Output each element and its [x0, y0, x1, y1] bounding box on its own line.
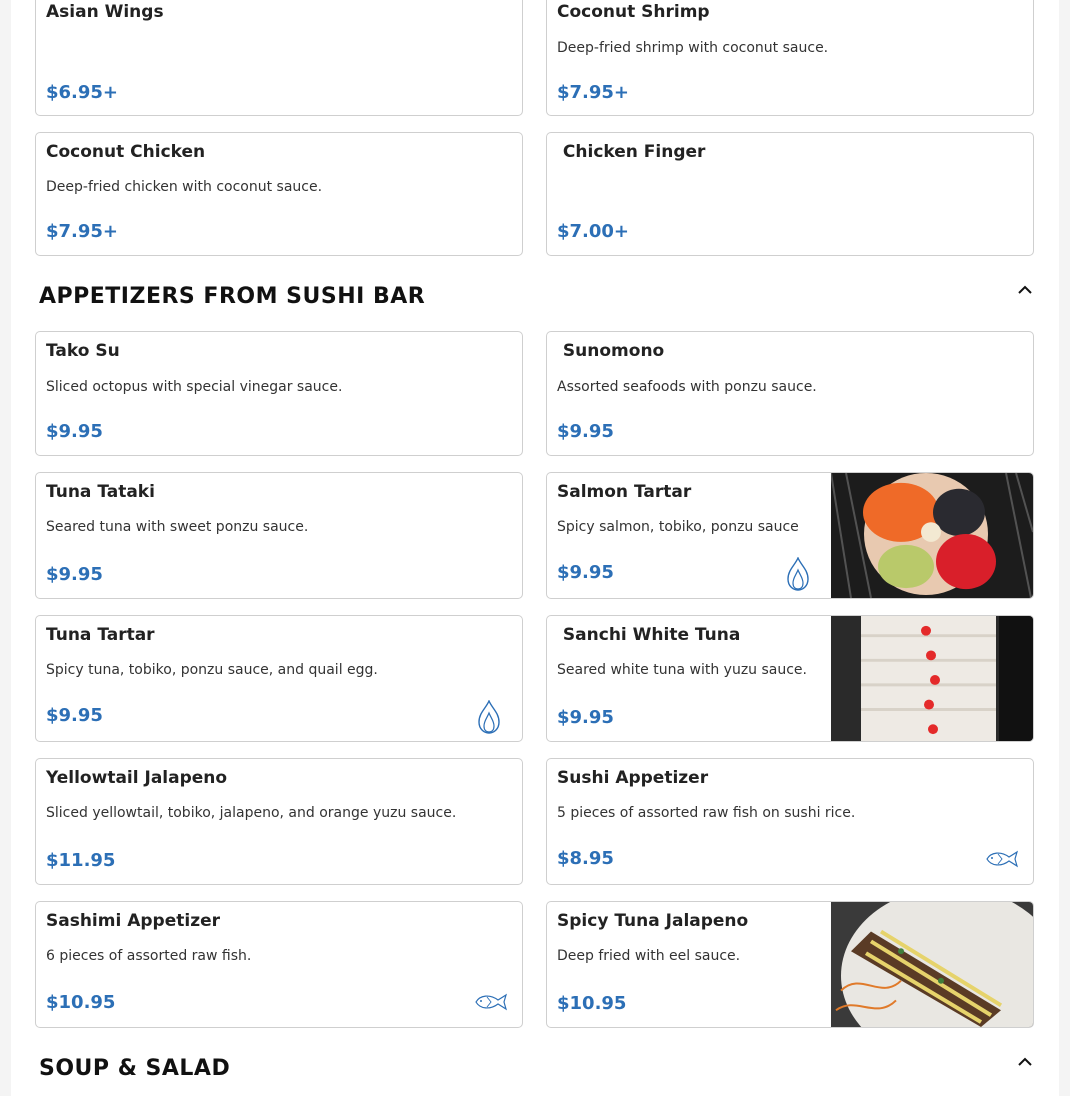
menu-item-sanchi-white-tuna[interactable]: Sanchi White Tuna Seared white tuna with…: [546, 615, 1034, 742]
item-name: Asian Wings: [46, 2, 164, 22]
item-description: Deep-fried chicken with coconut sauce.: [46, 179, 323, 195]
menu-item-tako-su[interactable]: Tako Su Sliced octopus with special vine…: [35, 331, 523, 456]
menu-item-coconut-chicken[interactable]: Coconut Chicken Deep-fried chicken with …: [35, 132, 523, 256]
menu-item-yellowtail-jalapeno[interactable]: Yellowtail Jalapeno Sliced yellowtail, t…: [35, 758, 523, 885]
menu-item-spicy-tuna-jalapeno[interactable]: Spicy Tuna Jalapeno Deep fried with eel …: [546, 901, 1034, 1028]
item-description: 5 pieces of assorted raw fish on sushi r…: [557, 805, 856, 821]
item-name: Spicy Tuna Jalapeno: [557, 911, 749, 931]
item-price: $10.95: [557, 993, 627, 1014]
menu-item-chicken-finger[interactable]: Chicken Finger $7.00+: [546, 132, 1034, 256]
menu-item-tuna-tartar[interactable]: Tuna Tartar Spicy tuna, tobiko, ponzu sa…: [35, 615, 523, 742]
item-description: Assorted seafoods with ponzu sauce.: [557, 379, 817, 395]
item-name: Salmon Tartar: [557, 482, 692, 502]
item-price: $9.95: [46, 564, 103, 585]
menu-item-tuna-tataki[interactable]: Tuna Tataki Seared tuna with sweet ponzu…: [35, 472, 523, 599]
raw-fish-icon: [985, 849, 1019, 869]
item-name: Tuna Tartar: [46, 625, 155, 645]
menu-item-sushi-appetizer[interactable]: Sushi Appetizer 5 pieces of assorted raw…: [546, 758, 1034, 885]
item-description: Seared white tuna with yuzu sauce.: [557, 662, 807, 678]
item-price: $9.95: [46, 421, 103, 442]
item-description: 6 pieces of assorted raw fish.: [46, 948, 252, 964]
menu-item-coconut-shrimp[interactable]: Coconut Shrimp Deep-fried shrimp with co…: [546, 0, 1034, 116]
item-price: $9.95: [557, 707, 614, 728]
item-price: $9.95: [46, 705, 103, 726]
menu-page: Asian Wings $6.95+ Coconut Shrimp Deep-f…: [11, 0, 1059, 1096]
section-title-soup-salad: SOUP & SALAD: [39, 1056, 231, 1081]
item-price: $9.95: [557, 562, 614, 583]
item-price: $7.95+: [46, 221, 119, 242]
item-price: $7.95+: [557, 82, 630, 103]
item-description: Seared tuna with sweet ponzu sauce.: [46, 519, 309, 535]
item-description: Spicy tuna, tobiko, ponzu sauce, and qua…: [46, 662, 378, 678]
collapse-chevron-icon[interactable]: [1017, 1056, 1033, 1068]
item-name: Coconut Shrimp: [557, 2, 710, 22]
item-price: $9.95: [557, 421, 614, 442]
spicy-flame-icon: [476, 700, 502, 734]
sanchi-white-tuna-photo[interactable]: [831, 616, 1033, 741]
section-title-appetizers-sushi-bar: APPETIZERS FROM SUSHI BAR: [39, 284, 426, 309]
menu-item-sunomono[interactable]: Sunomono Assorted seafoods with ponzu sa…: [546, 331, 1034, 456]
item-description: Spicy salmon, tobiko, ponzu sauce: [557, 519, 799, 535]
spicy-tuna-jalapeno-photo[interactable]: [831, 902, 1033, 1027]
item-description: Sliced yellowtail, tobiko, jalapeno, and…: [46, 805, 457, 821]
item-name: Chicken Finger: [557, 142, 706, 162]
item-price: $7.00+: [557, 221, 630, 242]
item-name: Tako Su: [46, 341, 120, 361]
menu-item-asian-wings[interactable]: Asian Wings $6.95+: [35, 0, 523, 116]
item-name: Coconut Chicken: [46, 142, 206, 162]
item-description: Sliced octopus with special vinegar sauc…: [46, 379, 343, 395]
item-price: $11.95: [46, 850, 116, 871]
item-price: $8.95: [557, 848, 614, 869]
item-name: Tuna Tataki: [46, 482, 155, 502]
item-description: Deep fried with eel sauce.: [557, 948, 741, 964]
item-name: Sunomono: [557, 341, 665, 361]
item-name: Sanchi White Tuna: [557, 625, 741, 645]
menu-item-sashimi-appetizer[interactable]: Sashimi Appetizer 6 pieces of assorted r…: [35, 901, 523, 1028]
item-price: $10.95: [46, 992, 116, 1013]
item-name: Yellowtail Jalapeno: [46, 768, 228, 788]
salmon-tartar-photo[interactable]: [831, 473, 1033, 598]
item-price: $6.95+: [46, 82, 119, 103]
raw-fish-icon: [474, 992, 508, 1012]
spicy-flame-icon: [785, 557, 811, 591]
item-name: Sashimi Appetizer: [46, 911, 221, 931]
item-name: Sushi Appetizer: [557, 768, 709, 788]
collapse-chevron-icon[interactable]: [1017, 284, 1033, 296]
menu-item-salmon-tartar[interactable]: Salmon Tartar Spicy salmon, tobiko, ponz…: [546, 472, 1034, 599]
item-description: Deep-fried shrimp with coconut sauce.: [557, 40, 829, 56]
